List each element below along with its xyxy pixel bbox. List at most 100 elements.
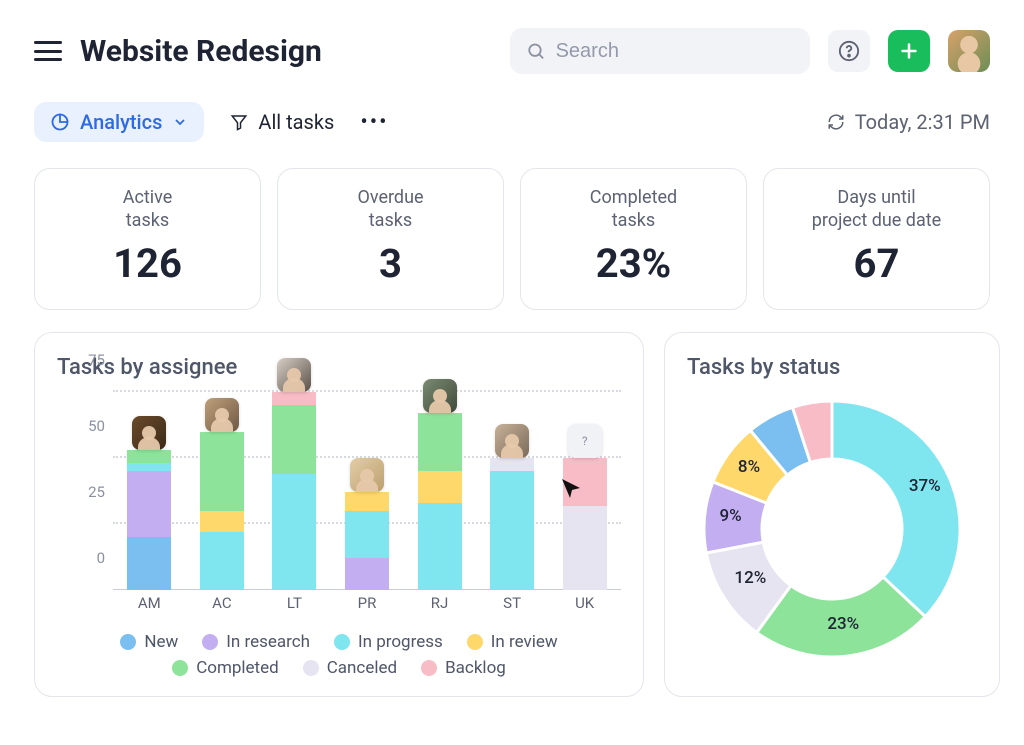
bar-segment-review xyxy=(200,511,244,532)
refresh-timestamp: Today, 2:31 PM xyxy=(855,110,990,134)
bar-segment-progress xyxy=(272,474,316,590)
bar-segment-backlog xyxy=(272,392,316,405)
donut-label-research: 9% xyxy=(719,506,741,526)
refresh-button[interactable]: Today, 2:31 PM xyxy=(827,110,990,134)
bar-segment-cancel xyxy=(563,506,607,590)
donut-slice-progress[interactable] xyxy=(832,401,960,617)
metric-value: 67 xyxy=(774,240,979,287)
view-selector[interactable]: Analytics xyxy=(34,102,204,142)
bar-segment-progress xyxy=(200,532,244,590)
legend-item-research[interactable]: In research xyxy=(202,632,310,652)
donut-label-progress: 37% xyxy=(909,476,941,496)
metric-card: Days until project due date 67 xyxy=(763,168,990,310)
assignee-avatar xyxy=(277,358,311,392)
legend-swatch xyxy=(120,634,136,650)
assignee-avatar xyxy=(132,416,166,450)
metric-label: Active tasks xyxy=(45,187,250,232)
plus-icon xyxy=(898,40,920,62)
x-axis-label: ST xyxy=(482,594,542,622)
metric-label: Overdue tasks xyxy=(288,187,493,232)
tasks-by-status-card: Tasks by status 37%23%12%9%8% xyxy=(664,332,1000,697)
legend-label: In progress xyxy=(358,632,443,652)
legend-label: Completed xyxy=(196,658,279,678)
bar-segment-progress xyxy=(345,511,389,559)
analytics-icon xyxy=(50,112,70,132)
legend-swatch xyxy=(202,634,218,650)
metric-card: Active tasks 126 xyxy=(34,168,261,310)
more-button[interactable]: ••• xyxy=(360,110,388,135)
bar-segment-cancel xyxy=(490,458,534,471)
assignee-bar-chart: 0255075?AMACLTPRRJSTUK xyxy=(57,392,621,622)
bar-AM[interactable] xyxy=(127,450,171,590)
search-input[interactable] xyxy=(556,40,794,63)
legend-item-progress[interactable]: In progress xyxy=(334,632,443,652)
bar-segment-complete xyxy=(418,413,462,471)
menu-icon[interactable] xyxy=(34,41,62,61)
bar-segment-complete xyxy=(272,405,316,474)
status-donut-chart: 37%23%12%9%8% xyxy=(687,380,977,678)
bar-segment-progress xyxy=(418,503,462,590)
help-button[interactable] xyxy=(828,30,870,72)
legend-item-new[interactable]: New xyxy=(120,632,178,652)
metric-label: Completed tasks xyxy=(531,187,736,232)
legend-item-complete[interactable]: Completed xyxy=(172,658,279,678)
chevron-down-icon xyxy=(172,114,188,130)
assignee-legend: New In research In progress In review Co… xyxy=(57,632,621,678)
bar-segment-complete xyxy=(200,432,244,511)
legend-label: In research xyxy=(226,632,310,652)
bar-segment-review xyxy=(345,492,389,510)
legend-swatch xyxy=(172,660,188,676)
assignee-avatar xyxy=(495,424,529,458)
legend-label: New xyxy=(144,632,178,652)
bar-segment-backlog xyxy=(563,458,607,506)
assignee-chart-title: Tasks by assignee xyxy=(57,355,621,380)
y-axis-tick: 75 xyxy=(88,351,105,369)
legend-label: Canceled xyxy=(327,658,397,678)
legend-swatch xyxy=(421,660,437,676)
bar-LT[interactable] xyxy=(272,392,316,590)
metric-cards: Active tasks 126 Overdue tasks 3 Completed… xyxy=(34,168,990,310)
page-title: Website Redesign xyxy=(80,34,322,69)
y-axis-tick: 25 xyxy=(88,483,105,501)
user-avatar[interactable] xyxy=(948,30,990,72)
x-axis-label: RJ xyxy=(410,594,470,622)
add-button[interactable] xyxy=(888,30,930,72)
search-input-container[interactable] xyxy=(510,28,810,74)
x-axis-label: LT xyxy=(264,594,324,622)
legend-swatch xyxy=(467,634,483,650)
bar-AC[interactable] xyxy=(200,432,244,590)
metric-label: Days until project due date xyxy=(774,187,979,232)
legend-item-backlog[interactable]: Backlog xyxy=(421,658,506,678)
donut-label-complete: 23% xyxy=(827,614,859,634)
filter-button[interactable]: All tasks xyxy=(230,110,334,134)
x-axis-label: UK xyxy=(555,594,615,622)
view-label: Analytics xyxy=(80,110,162,134)
bar-ST[interactable] xyxy=(490,458,534,590)
bar-UK[interactable]: ? xyxy=(563,458,607,590)
bar-segment-progress xyxy=(127,463,171,471)
tasks-by-assignee-card: Tasks by assignee 0255075?AMACLTPRRJSTUK… xyxy=(34,332,644,697)
metric-value: 3 xyxy=(288,240,493,287)
status-chart-title: Tasks by status xyxy=(687,355,977,380)
assignee-avatar xyxy=(423,379,457,413)
search-icon xyxy=(526,40,546,62)
x-axis-label: AC xyxy=(192,594,252,622)
filter-label: All tasks xyxy=(258,110,334,134)
legend-item-cancel[interactable]: Canceled xyxy=(303,658,397,678)
refresh-icon xyxy=(827,113,845,131)
bar-segment-review xyxy=(418,471,462,503)
bar-PR[interactable] xyxy=(345,492,389,590)
bar-RJ[interactable] xyxy=(418,413,462,590)
bar-segment-research xyxy=(127,471,171,537)
legend-item-review[interactable]: In review xyxy=(467,632,558,652)
metric-value: 126 xyxy=(45,240,250,287)
bar-segment-new xyxy=(127,537,171,590)
help-icon xyxy=(838,40,860,62)
legend-swatch xyxy=(303,660,319,676)
bar-segment-progress xyxy=(490,471,534,590)
y-axis-tick: 50 xyxy=(88,417,105,435)
filter-icon xyxy=(230,113,248,131)
legend-swatch xyxy=(334,634,350,650)
donut-label-cancel: 12% xyxy=(734,568,766,588)
assignee-avatar: ? xyxy=(568,424,602,458)
